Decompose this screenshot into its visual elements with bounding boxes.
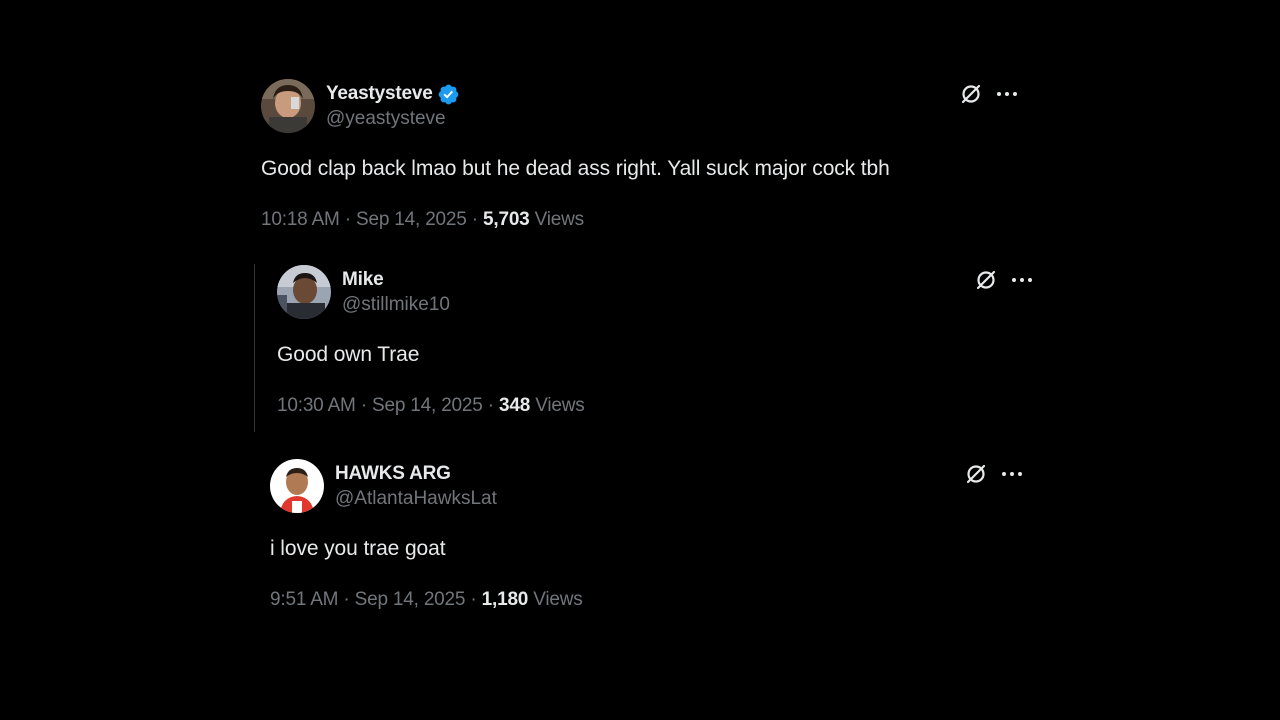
tweet-date[interactable]: Sep 14, 2025 — [356, 209, 467, 230]
grok-icon[interactable] — [958, 81, 984, 107]
tweet-time[interactable]: 9:51 AM — [270, 589, 339, 610]
tweet-header: Yeastysteve @yeastysteve — [261, 79, 1041, 133]
views-label: Views — [535, 395, 585, 416]
tweet-meta: 10:18 AM · Sep 14, 2025 · 5,703 Views — [261, 209, 1041, 231]
tweet-meta: 9:51 AM · Sep 14, 2025 · 1,180 Views — [270, 589, 1050, 611]
views-label: Views — [534, 209, 585, 230]
separator: · — [471, 209, 478, 230]
tweet-date[interactable]: Sep 14, 2025 — [355, 589, 466, 610]
grok-icon[interactable] — [973, 267, 999, 293]
tweet-header: Mike @stillmike10 — [277, 265, 1057, 319]
separator: · — [343, 589, 350, 610]
avatar[interactable] — [277, 265, 331, 319]
separator: · — [487, 395, 494, 416]
grok-icon[interactable] — [963, 461, 989, 487]
display-name[interactable]: HAWKS ARG — [335, 463, 451, 485]
separator: · — [344, 209, 351, 230]
tweet-text: i love you trae goat — [270, 537, 446, 560]
avatar[interactable] — [261, 79, 315, 133]
tweet-card[interactable]: HAWKS ARG @AtlantaHawksLat i love you tr… — [270, 459, 1050, 611]
user-handle[interactable]: @stillmike10 — [342, 294, 450, 316]
views-label: Views — [533, 589, 583, 610]
tweet-time[interactable]: 10:18 AM — [261, 209, 340, 230]
user-handle[interactable]: @AtlantaHawksLat — [335, 488, 497, 510]
tweet-meta: 10:30 AM · Sep 14, 2025 · 348 Views — [277, 395, 1057, 417]
more-options-icon[interactable] — [994, 81, 1020, 107]
display-name[interactable]: Mike — [342, 269, 384, 291]
tweet-date[interactable]: Sep 14, 2025 — [372, 395, 483, 416]
more-options-icon[interactable] — [999, 461, 1025, 487]
tweet-text: Good clap back lmao but he dead ass righ… — [261, 157, 890, 180]
thread-connector-line — [254, 264, 255, 432]
views-count[interactable]: 5,703 — [483, 209, 530, 230]
verified-badge-icon — [437, 83, 460, 106]
user-handle[interactable]: @yeastysteve — [326, 108, 460, 130]
more-options-icon[interactable] — [1009, 267, 1035, 293]
avatar[interactable] — [270, 459, 324, 513]
display-name[interactable]: Yeastysteve — [326, 83, 433, 105]
tweet-card[interactable]: Mike @stillmike10 Good own Trae 10:30 AM… — [277, 265, 1057, 417]
tweet-time[interactable]: 10:30 AM — [277, 395, 356, 416]
separator: · — [360, 395, 367, 416]
views-count[interactable]: 1,180 — [482, 589, 529, 610]
tweet-text: Good own Trae — [277, 343, 420, 366]
tweet-card[interactable]: Yeastysteve @yeastysteve Good clap back … — [261, 79, 1041, 231]
separator: · — [470, 589, 477, 610]
views-count[interactable]: 348 — [499, 395, 530, 416]
tweet-header: HAWKS ARG @AtlantaHawksLat — [270, 459, 1050, 513]
